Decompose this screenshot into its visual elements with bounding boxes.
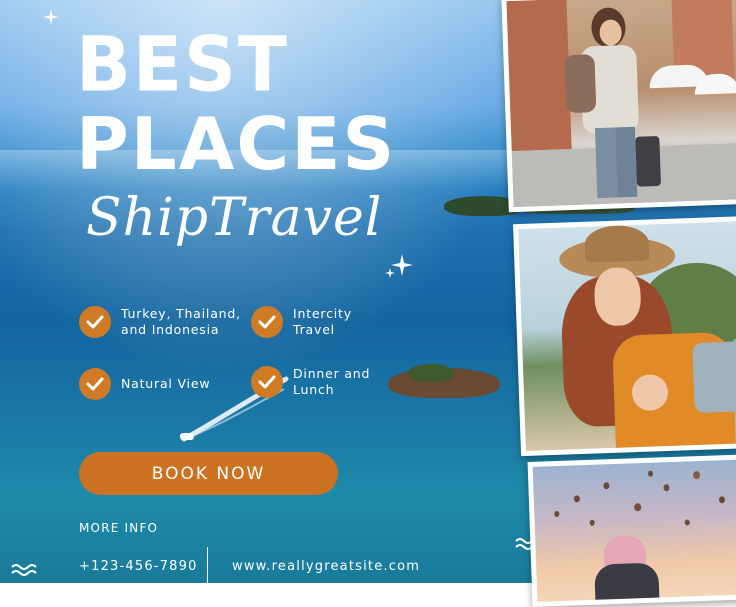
photo-traveler-plaza [501, 0, 736, 213]
island-near-green [408, 364, 454, 382]
footer-divider [207, 547, 208, 583]
feature-item: Intercity Travel [251, 306, 352, 338]
more-info-link[interactable]: MORE INFO [79, 521, 158, 535]
feature-label: Natural View [121, 376, 211, 391]
photo-woman-hat [513, 215, 736, 457]
phone-number: +123-456-7890 [79, 559, 198, 574]
check-icon [79, 368, 111, 400]
feature-label: Dinner and Lunch [293, 366, 371, 397]
check-icon [251, 306, 283, 338]
title-line-2: PLACES [76, 102, 397, 186]
feature-label: Intercity Travel [293, 306, 352, 337]
sparkle-icon [385, 254, 413, 278]
feature-label: Turkey, Thailand, and Indonesia [121, 306, 241, 337]
book-now-button[interactable]: BOOK NOW [79, 452, 338, 495]
sparkle-icon [43, 9, 59, 25]
script-subtitle: ShipTravel [86, 188, 383, 248]
feature-item: Turkey, Thailand, and Indonesia [79, 306, 241, 338]
feature-item: Natural View [79, 368, 210, 400]
check-icon [251, 366, 283, 398]
website-link[interactable]: www.reallygreatsite.com [232, 559, 420, 574]
feature-item: Dinner and Lunch [251, 366, 370, 398]
check-icon [79, 306, 111, 338]
title-line-1: BEST [76, 19, 290, 109]
wave-icon [11, 564, 37, 576]
photo-hot-air-balloons [527, 454, 736, 607]
